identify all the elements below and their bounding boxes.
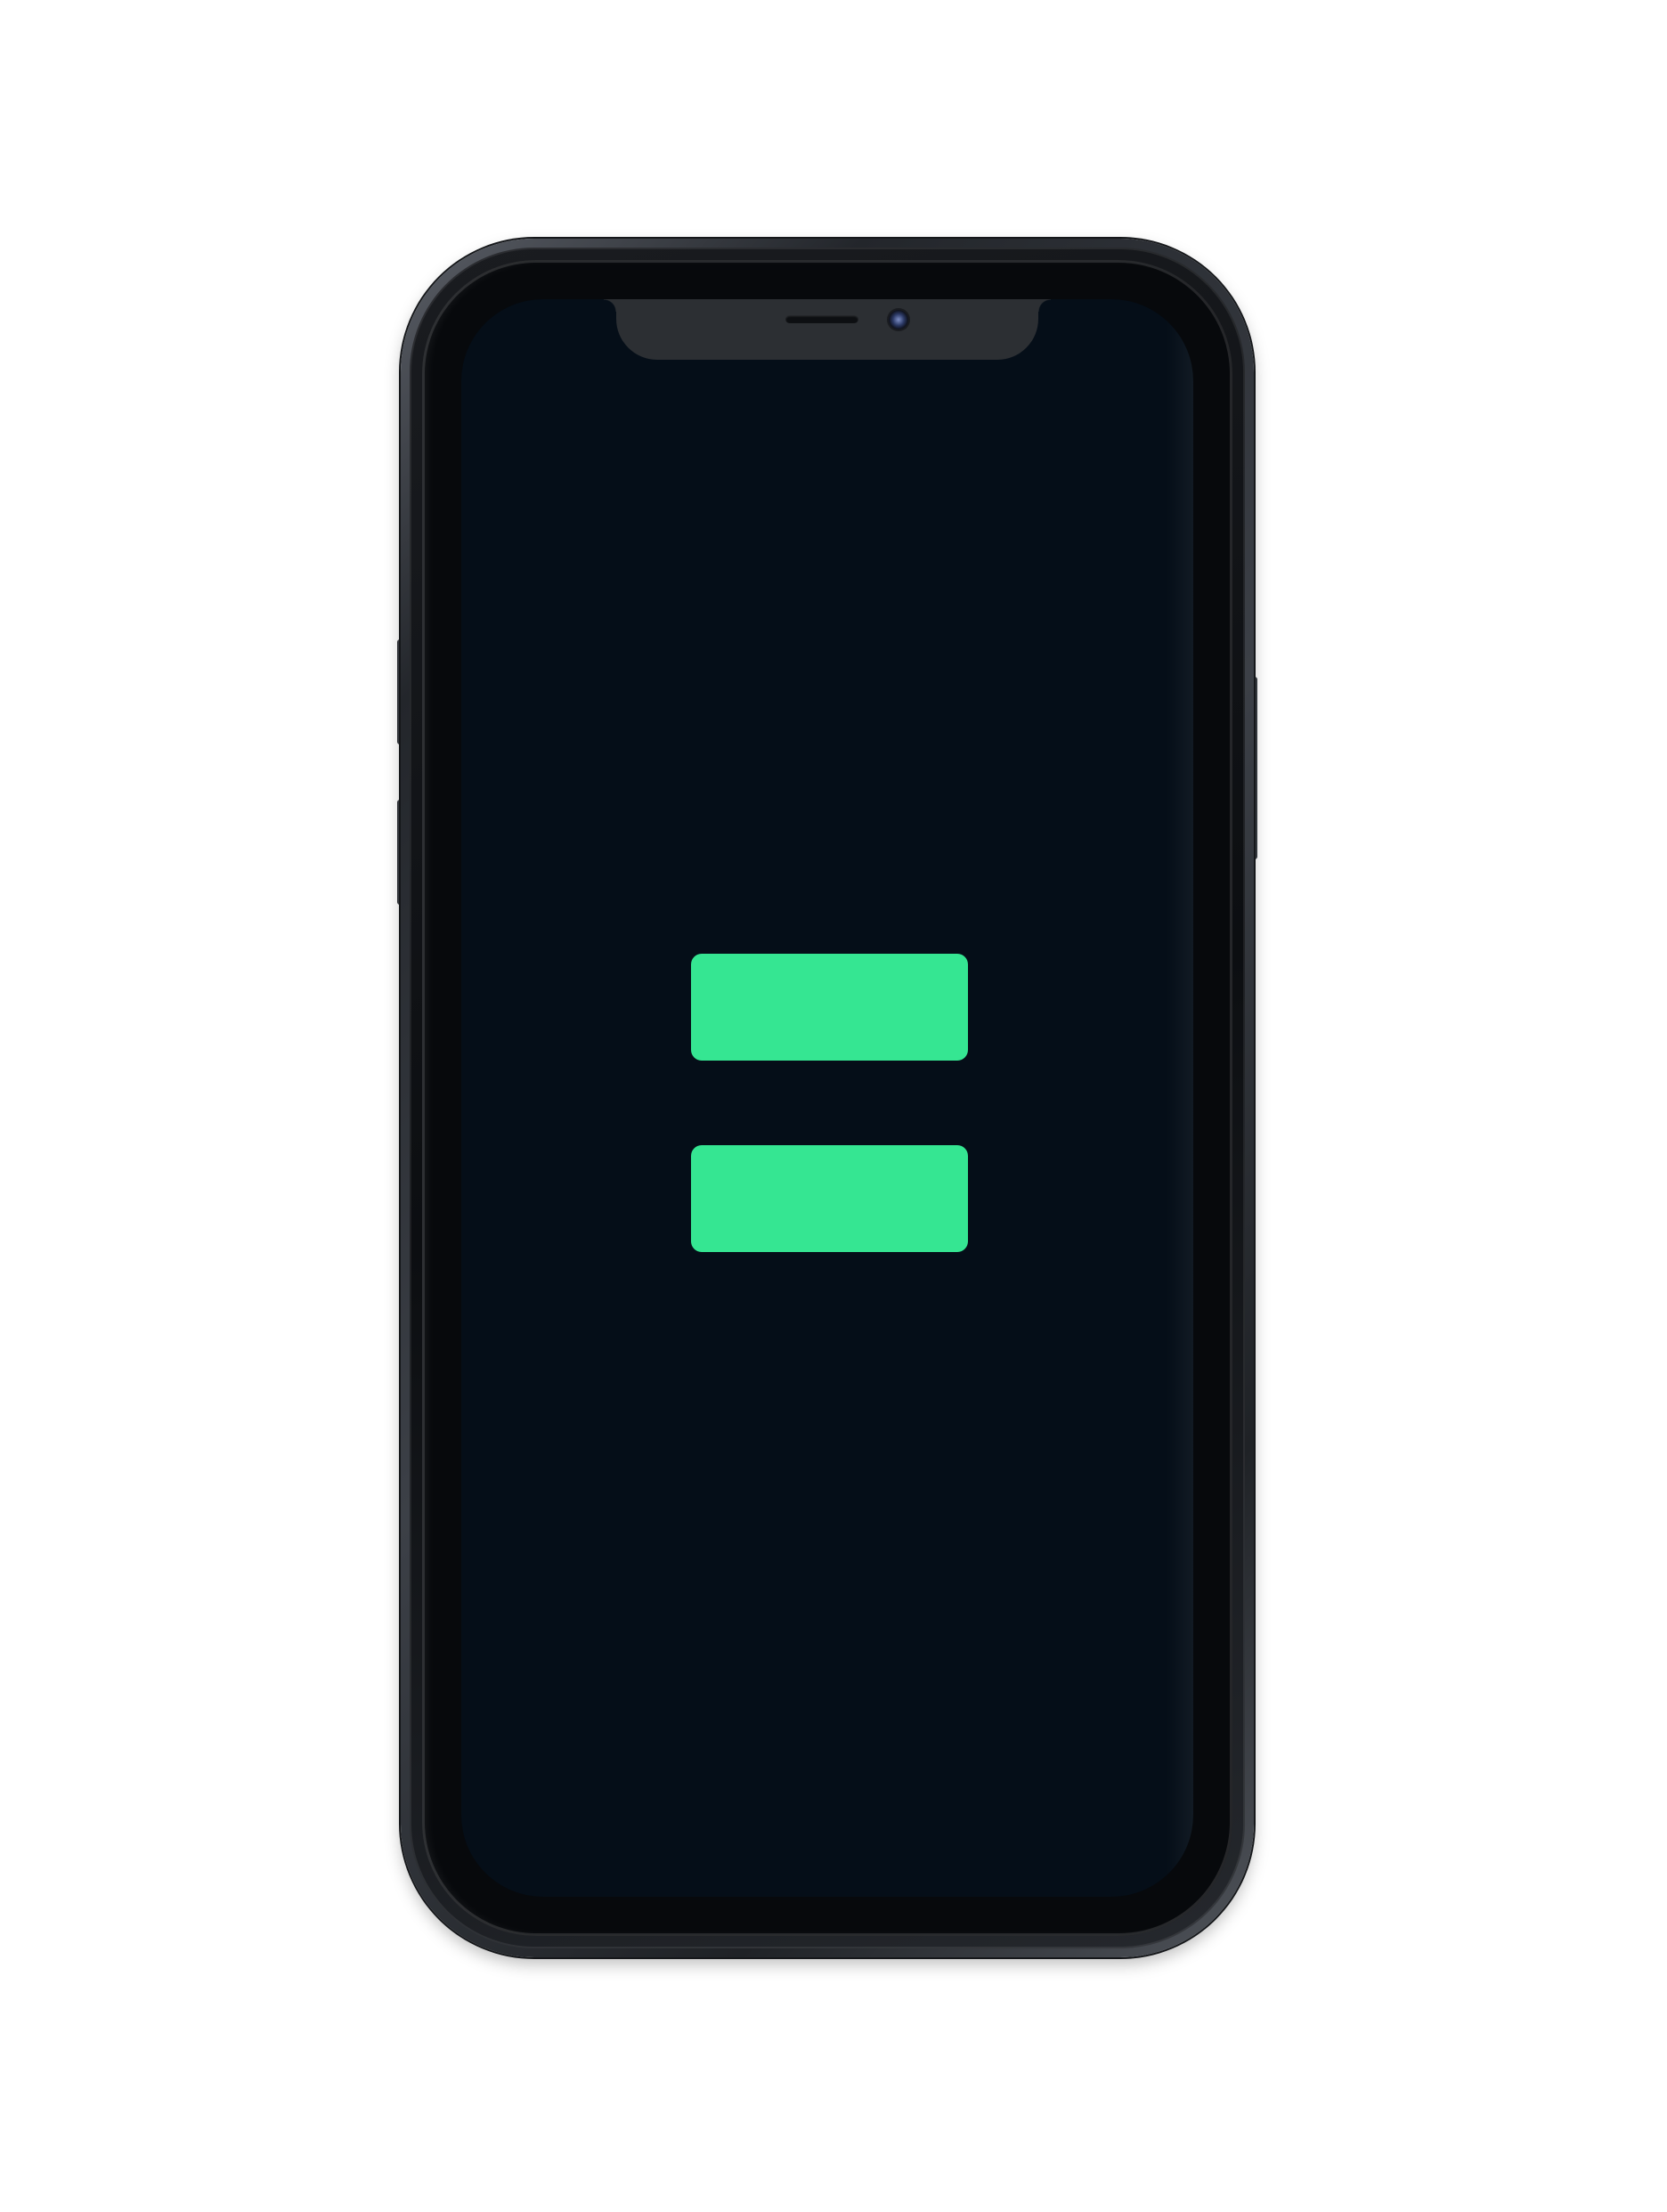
notch <box>604 299 1051 360</box>
secondary-action-button[interactable] <box>691 1145 968 1252</box>
phone-screen <box>461 299 1193 1897</box>
speaker-grille-icon <box>785 315 858 323</box>
app-content <box>461 299 1193 1897</box>
front-camera-icon <box>889 310 908 329</box>
phone-frame <box>401 239 1254 1957</box>
primary-action-button[interactable] <box>691 954 968 1061</box>
